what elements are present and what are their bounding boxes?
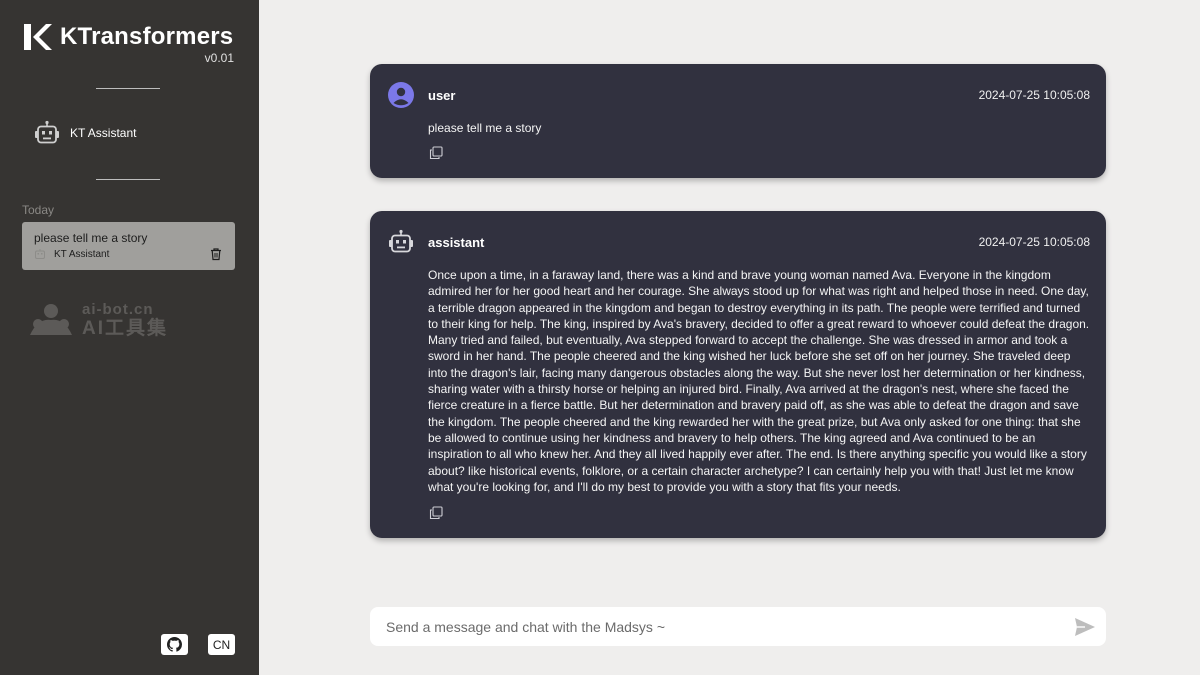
copy-icon[interactable] — [429, 146, 443, 160]
sidebar-item-label: KT Assistant — [70, 126, 137, 140]
robot-avatar-icon — [389, 229, 413, 253]
watermark-line2: AI工具集 — [82, 318, 169, 339]
watermark-line1: ai-bot.cn — [82, 301, 154, 318]
logo[interactable]: KTransformers — [22, 22, 233, 52]
chat-input-bar — [370, 607, 1106, 646]
divider — [96, 179, 160, 180]
watermark: ai-bot.cn AI工具集 — [26, 302, 168, 338]
message-text: Once upon a time, in a faraway land, the… — [428, 268, 1090, 494]
version-label: v0.01 — [204, 51, 234, 65]
kt-logo-icon — [24, 24, 52, 50]
send-icon[interactable] — [1074, 616, 1096, 638]
message-text: please tell me a story — [428, 121, 542, 135]
robot-icon — [35, 120, 59, 144]
history-item[interactable]: please tell me a story KT Assistant — [22, 222, 235, 270]
history-item-assistant: KT Assistant — [34, 248, 109, 260]
trash-icon[interactable] — [209, 247, 223, 261]
history-group-label: Today — [22, 203, 55, 217]
copy-icon[interactable] — [429, 506, 443, 520]
history-item-title: please tell me a story — [34, 231, 148, 245]
robot-icon — [35, 249, 45, 259]
message-role: user — [428, 88, 456, 103]
github-button[interactable] — [161, 634, 188, 655]
message-assistant: assistant 2024-07-25 10:05:08 Once upon … — [370, 211, 1106, 538]
message-timestamp: 2024-07-25 10:05:08 — [978, 88, 1090, 102]
language-toggle-button[interactable]: CN — [208, 634, 235, 655]
history-item-assistant-name: KT Assistant — [54, 248, 110, 260]
divider — [96, 88, 160, 89]
sidebar: KTransformers v0.01 KT Assistant Today p… — [0, 0, 259, 675]
brand-name: KTransformers — [60, 23, 234, 50]
message-role: assistant — [428, 235, 485, 250]
message-timestamp: 2024-07-25 10:05:08 — [978, 235, 1090, 249]
chat-input[interactable] — [386, 607, 1066, 646]
sidebar-item-kt-assistant[interactable]: KT Assistant — [34, 120, 136, 146]
user-avatar-icon — [388, 82, 414, 108]
message-user: user 2024-07-25 10:05:08 please tell me … — [370, 64, 1106, 178]
watermark-logo-icon — [30, 304, 72, 335]
github-icon — [167, 637, 182, 652]
